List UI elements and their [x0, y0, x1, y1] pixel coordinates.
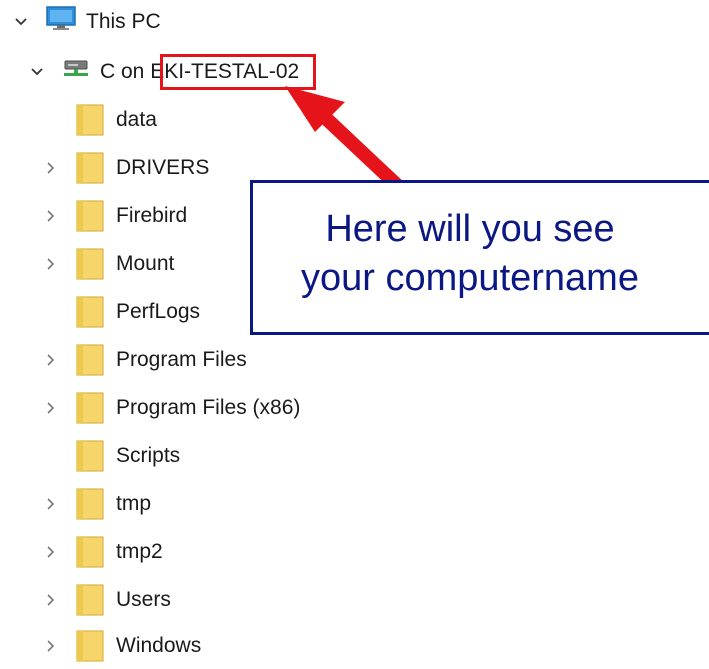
- chevron-right-icon[interactable]: [40, 541, 62, 563]
- tree-item-folder[interactable]: Scripts: [40, 436, 180, 476]
- tree-item-folder[interactable]: tmp2: [40, 532, 163, 572]
- network-drive-icon: [62, 58, 90, 86]
- annotation-callout: Here will you see your computername: [250, 180, 709, 335]
- folder-label: Firebird: [116, 204, 188, 227]
- chevron-right-icon[interactable]: [40, 589, 62, 611]
- tree-item-label: This PC: [86, 10, 161, 33]
- folder-icon: [76, 439, 104, 473]
- chevron-right-icon[interactable]: [40, 205, 62, 227]
- folder-icon: [76, 391, 104, 425]
- folder-icon: [76, 487, 104, 521]
- folder-icon: [76, 295, 104, 329]
- tree-item-folder[interactable]: tmp: [40, 484, 151, 524]
- folder-label: PerfLogs: [116, 300, 201, 323]
- tree-item-folder[interactable]: Program Files (x86): [40, 388, 300, 428]
- folder-label: Scripts: [116, 444, 181, 467]
- folder-icon: [76, 151, 104, 185]
- callout-line-1: Here will you see: [325, 208, 615, 250]
- tree-item-folder[interactable]: PerfLogs: [40, 292, 200, 332]
- folder-label: Program Files: [116, 348, 247, 371]
- folder-label: Mount: [116, 252, 175, 275]
- chevron-right-icon[interactable]: [40, 157, 62, 179]
- tree-item-folder[interactable]: Windows: [40, 626, 201, 666]
- tree-item-folder[interactable]: Users: [40, 580, 171, 620]
- folder-icon: [76, 247, 104, 281]
- chevron-right-icon[interactable]: [40, 253, 62, 275]
- chevron-right-icon[interactable]: [40, 397, 62, 419]
- chevron-right-icon[interactable]: [40, 635, 62, 657]
- folder-icon: [76, 103, 104, 137]
- folder-label: Program Files (x86): [116, 396, 301, 419]
- folder-label: tmp: [116, 492, 152, 515]
- folder-icon: [76, 343, 104, 377]
- chevron-down-icon[interactable]: [26, 61, 48, 83]
- folder-icon: [76, 629, 104, 663]
- callout-line-2: your computername: [301, 257, 639, 300]
- folder-icon: [76, 535, 104, 569]
- tree-item-folder[interactable]: Mount: [40, 244, 174, 284]
- chevron-right-icon[interactable]: [40, 493, 62, 515]
- folder-label: Windows: [116, 634, 202, 657]
- tree-item-folder[interactable]: Firebird: [40, 196, 187, 236]
- tree-item-folder[interactable]: data: [40, 100, 157, 140]
- folder-label: DRIVERS: [116, 156, 210, 179]
- tree-item-folder[interactable]: Program Files: [40, 340, 247, 380]
- computer-name-highlight: [160, 54, 316, 90]
- folder-label: data: [116, 108, 157, 131]
- tree-item-folder[interactable]: DRIVERS: [40, 148, 209, 188]
- folder-label: tmp2: [116, 540, 163, 563]
- folder-label: Users: [116, 588, 171, 611]
- chevron-right-icon[interactable]: [40, 349, 62, 371]
- chevron-down-icon[interactable]: [10, 11, 32, 33]
- computer-icon: [46, 6, 76, 38]
- folder-icon: [76, 583, 104, 617]
- drive-label-prefix: C on: [100, 60, 151, 83]
- folder-icon: [76, 199, 104, 233]
- tree-item-this-pc[interactable]: This PC: [10, 2, 161, 42]
